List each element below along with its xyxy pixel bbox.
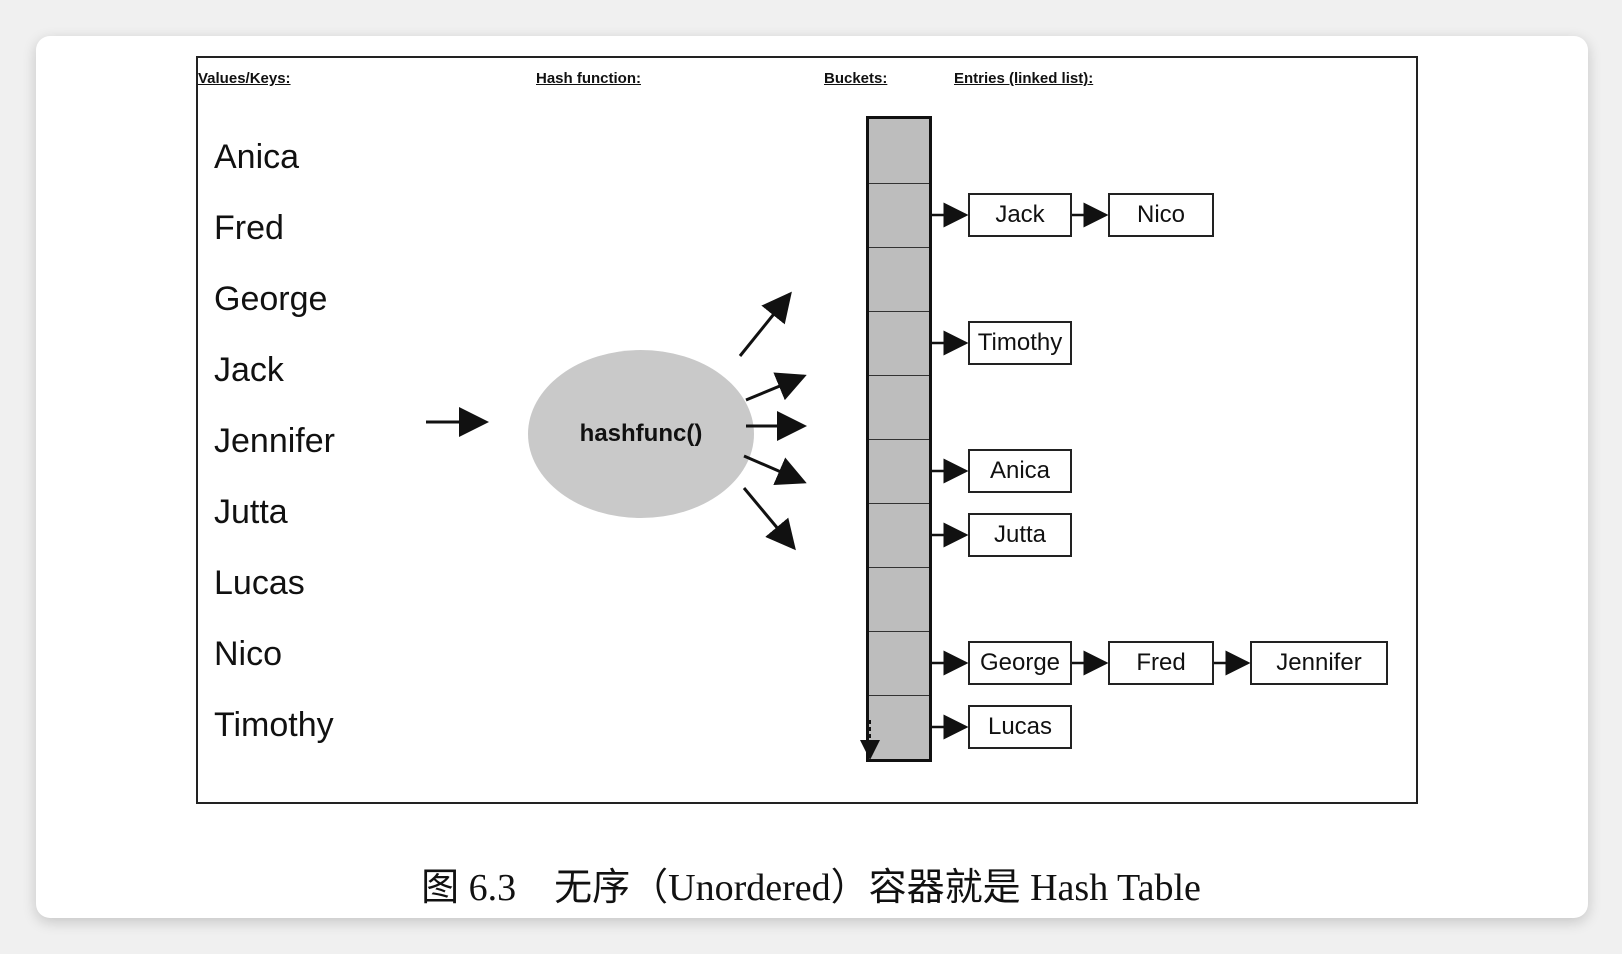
- figure-caption: 图 6.3 无序（Unordered）容器就是 Hash Table: [421, 867, 1201, 909]
- hash-out-arrow: [738, 291, 792, 357]
- hash-table-diagram: Values/Keys: Hash function: Buckets: Ent…: [196, 56, 1418, 804]
- hash-out-arrow: [745, 372, 807, 402]
- hash-out-arrow: [742, 487, 796, 551]
- hash-out-arrow: [743, 454, 807, 486]
- arrows-layer: [426, 202, 1251, 760]
